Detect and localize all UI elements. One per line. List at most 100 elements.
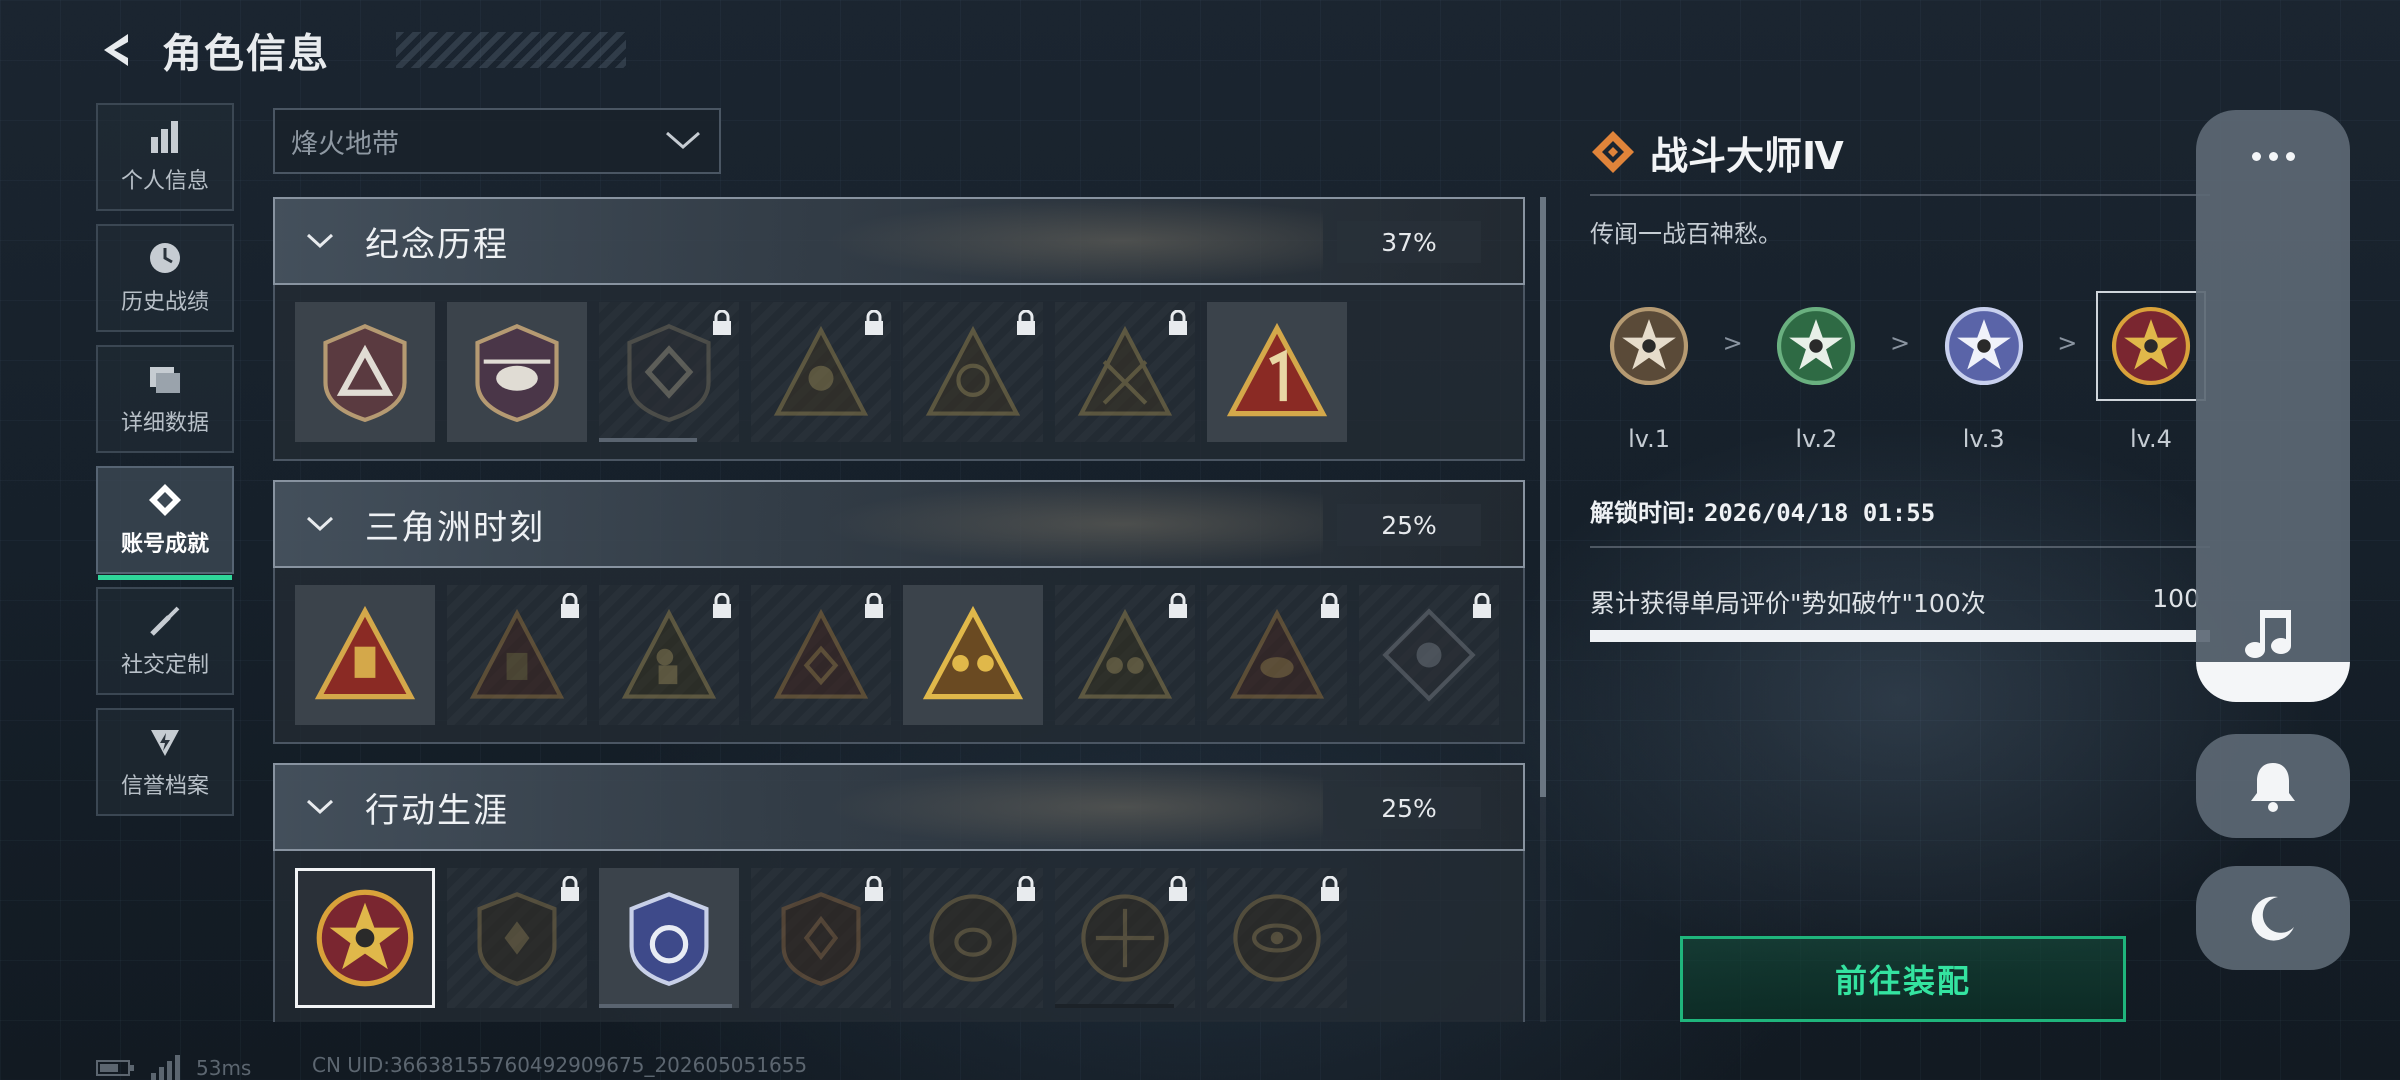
back-arrow-icon <box>104 34 128 66</box>
section-percent: 25% <box>1337 504 1481 546</box>
achievement-badge[interactable] <box>751 868 891 1008</box>
level-item[interactable]: lv.3 <box>1925 291 2043 453</box>
achievement-badge[interactable] <box>1055 585 1195 725</box>
achievement-badge[interactable] <box>903 868 1043 1008</box>
level-4-emblem-icon <box>2111 306 2190 386</box>
lock-icon <box>1169 876 1187 901</box>
achievement-badge[interactable] <box>599 868 739 1008</box>
nav-item-achievements[interactable]: 账号成就 <box>96 466 234 580</box>
level-label: lv.3 <box>1962 425 2005 453</box>
achievement-badge[interactable] <box>1055 302 1195 442</box>
achievement-title: 战斗大师Ⅳ <box>1650 133 1844 178</box>
section-title: 纪念历程 <box>365 224 509 265</box>
player-uid: CN UID:3663815576049290967­5_20260505165… <box>312 1053 808 1077</box>
gem-shield-emblem-icon <box>781 892 861 986</box>
achievement-badge[interactable] <box>1207 302 1347 442</box>
scrollbar-thumb[interactable] <box>1540 197 1546 797</box>
lock-icon <box>1017 876 1035 901</box>
level-separator: > <box>1889 329 1911 357</box>
folder-icon <box>150 367 180 393</box>
divider <box>1590 546 2210 548</box>
combat-master-emblem-icon <box>316 889 414 987</box>
section-header[interactable]: 三角洲时刻 25% <box>273 480 1525 568</box>
bomb-triangle-emblem-icon <box>469 608 565 699</box>
lock-icon <box>713 593 731 618</box>
achievement-badge[interactable] <box>447 868 587 1008</box>
section-memorial: 纪念历程 37% <box>273 197 1525 461</box>
lock-icon <box>1473 593 1491 618</box>
night-mode-button[interactable] <box>2196 866 2350 970</box>
music-note-icon[interactable] <box>2242 608 2304 662</box>
achievement-badge[interactable] <box>599 585 739 725</box>
unlock-time-value: 2026/04/18 01:55 <box>1703 499 1936 527</box>
section-percent: 37% <box>1337 221 1481 263</box>
nav-item-history[interactable]: 历史战绩 <box>96 224 234 332</box>
floating-toolbar-slider[interactable] <box>2196 662 2350 702</box>
achievement-badge[interactable] <box>295 302 435 442</box>
section-title: 行动生涯 <box>365 790 509 831</box>
achievement-badge[interactable] <box>599 302 739 442</box>
achievement-badge[interactable] <box>1207 585 1347 725</box>
achievement-badge-selected[interactable] <box>295 868 435 1008</box>
achievement-icon <box>149 484 181 516</box>
equip-button[interactable]: 前往装配 <box>1680 936 2126 1022</box>
level-item[interactable]: lv.2 <box>1757 291 1875 453</box>
requirement-value: 100 <box>2152 584 2200 613</box>
achievement-detail-panel: 战斗大师Ⅳ 传闻一战百神愁。 lv.1 > lv.2 > lv.3 > lv.4… <box>1590 120 2210 642</box>
achievement-badge[interactable] <box>1359 585 1499 725</box>
squad-triangle-emblem-icon <box>922 605 1024 700</box>
level-separator: > <box>2057 329 2078 357</box>
section-operation-career: 行动生涯 25% <box>273 763 1525 1022</box>
achievement-badge[interactable] <box>447 302 587 442</box>
achievement-badge[interactable] <box>903 585 1043 725</box>
level-progression: lv.1 > lv.2 > lv.3 > lv.4 <box>1590 291 2210 453</box>
section-banner-art <box>823 199 1323 283</box>
soldier-triangle-emblem-icon <box>773 325 869 416</box>
achievement-badge[interactable] <box>295 585 435 725</box>
level-item[interactable]: lv.1 <box>1590 291 1708 453</box>
ping-value: 53ms <box>196 1056 252 1080</box>
lock-icon <box>561 593 579 618</box>
section-banner-art <box>823 482 1323 566</box>
lock-icon <box>713 310 731 335</box>
back-button[interactable] <box>96 28 140 72</box>
nav-item-personal-info[interactable]: 个人信息 <box>96 103 234 211</box>
signal-icon <box>151 1055 180 1080</box>
more-options-icon[interactable] <box>2196 152 2350 161</box>
level-item-current[interactable]: lv.4 <box>2092 291 2210 453</box>
mode-dropdown[interactable]: 烽火地带 <box>273 108 721 174</box>
page-title: 角色信息 <box>162 31 330 77</box>
nav-item-reputation[interactable]: 信誉档案 <box>96 708 234 816</box>
list-scrollbar[interactable] <box>1540 197 1546 1022</box>
rose-diamond-emblem-icon <box>1382 608 1476 702</box>
achievement-badge[interactable] <box>903 302 1043 442</box>
diamond-shield-emblem-icon <box>627 323 711 423</box>
section-header[interactable]: 行动生涯 25% <box>273 763 1525 851</box>
nav-item-detailed-data[interactable]: 详细数据 <box>96 345 234 453</box>
achievement-badge[interactable] <box>1055 868 1195 1008</box>
level-separator: > <box>1722 329 1743 357</box>
achievement-badge[interactable] <box>1207 868 1347 1008</box>
section-banner-art <box>823 765 1323 849</box>
level-3-emblem-icon <box>1944 306 2023 386</box>
number-one-triangle-emblem-icon <box>1226 322 1328 417</box>
achievement-description: 传闻一战百神愁。 <box>1590 220 1782 248</box>
achievement-badge[interactable] <box>751 585 891 725</box>
achievement-badge[interactable] <box>447 585 587 725</box>
kneeling-soldier-triangle-emblem-icon <box>621 608 717 699</box>
chevron-down-icon <box>306 799 334 815</box>
notification-button[interactable] <box>2196 734 2350 838</box>
divider <box>1590 194 2210 196</box>
section-header[interactable]: 纪念历程 37% <box>273 197 1525 285</box>
badge-row <box>273 285 1525 461</box>
lock-icon <box>1321 593 1339 618</box>
level-label: lv.1 <box>1628 425 1670 453</box>
badge-progress-bar <box>1055 1004 1174 1008</box>
bell-icon <box>2251 763 2295 812</box>
achievement-badge[interactable] <box>751 302 891 442</box>
nav-item-social[interactable]: 社交定制 <box>96 587 234 695</box>
nav-label: 历史战绩 <box>120 290 209 315</box>
gem-triangle-emblem-icon <box>773 608 869 699</box>
unlock-time: 解锁时间: 2026/04/18 01:55 <box>1590 493 2210 528</box>
operator-triangle-emblem-icon <box>925 325 1021 416</box>
